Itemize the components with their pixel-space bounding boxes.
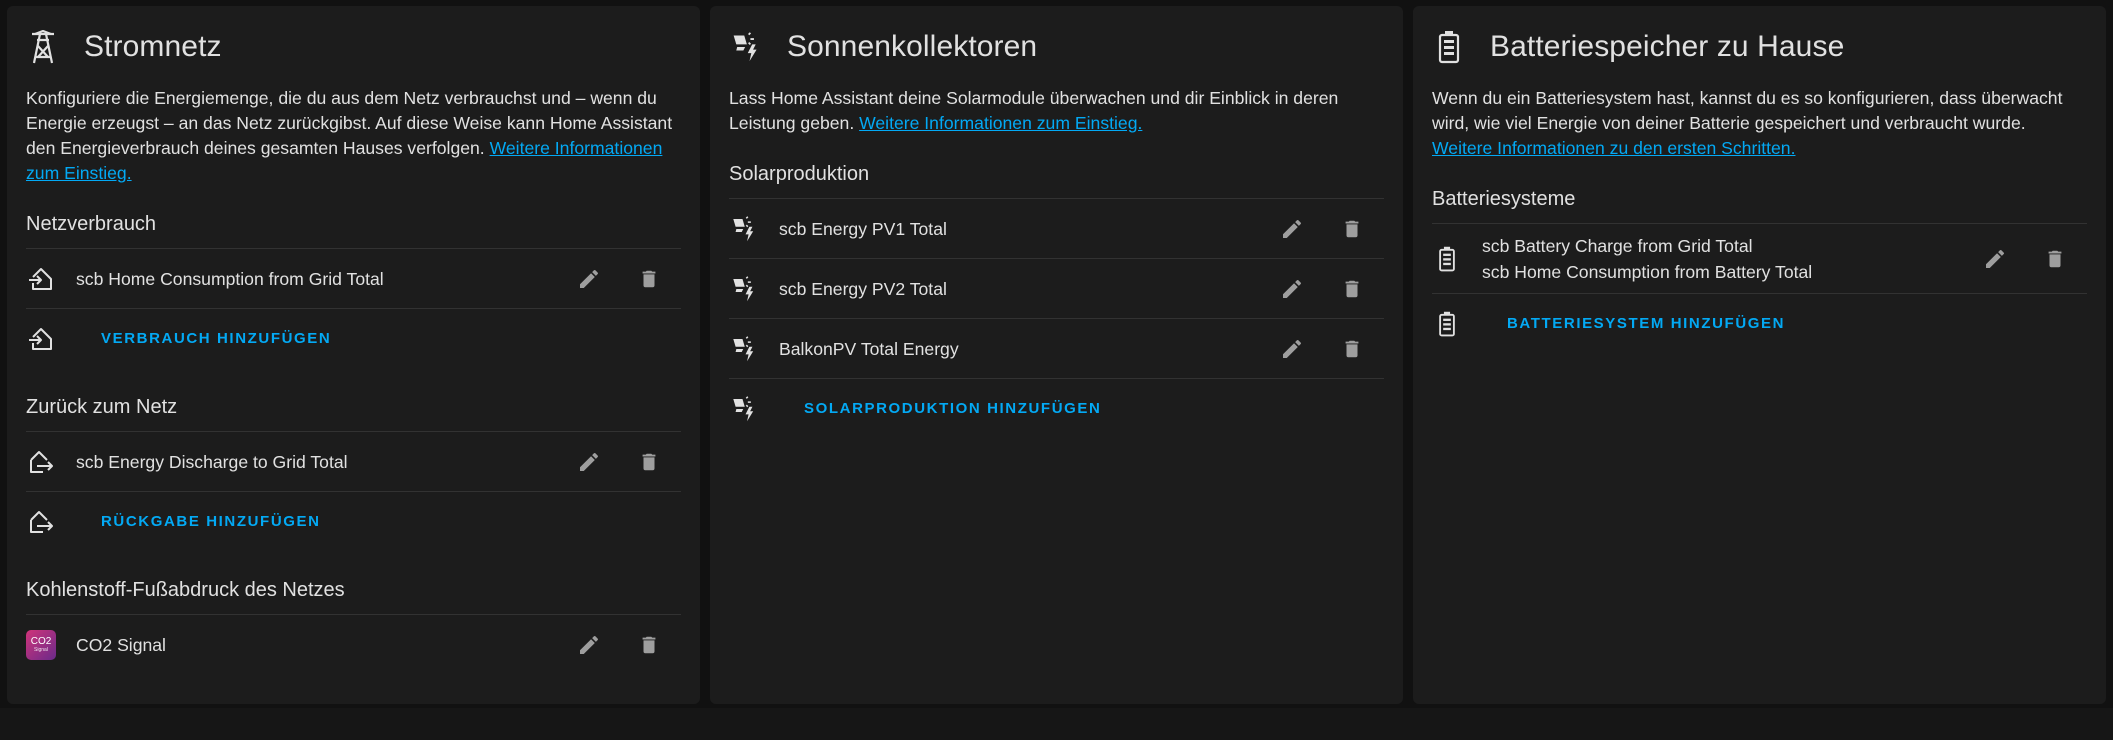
battery-icon bbox=[1434, 26, 1464, 68]
list-item: CO2 Signal CO2 Signal bbox=[26, 615, 681, 675]
add-return-row: RÜCKGABE HINZUFÜGEN bbox=[26, 492, 681, 552]
battery-description: Wenn du ein Batteriesystem hast, kannst … bbox=[1432, 86, 2087, 161]
battery-learn-more-link[interactable]: Weitere Informationen zu den ersten Schr… bbox=[1432, 138, 1795, 158]
solar-learn-more-link[interactable]: Weitere Informationen zum Einstieg. bbox=[859, 113, 1142, 133]
solar-power-icon bbox=[729, 274, 759, 304]
battery-discharge-source: scb Home Consumption from Battery Total bbox=[1482, 261, 1813, 282]
battery-icon bbox=[1432, 244, 1462, 274]
home-import-icon bbox=[26, 324, 56, 354]
battery-systems-list: scb Battery Charge from Grid Total scb H… bbox=[1432, 223, 2087, 354]
add-solar-row: SOLARPRODUKTION HINZUFÜGEN bbox=[729, 379, 1384, 439]
trash-icon[interactable] bbox=[629, 259, 669, 299]
pencil-icon[interactable] bbox=[1272, 209, 1312, 249]
return-source-label: scb Energy Discharge to Grid Total bbox=[76, 451, 348, 472]
carbon-source-label: CO2 Signal bbox=[76, 635, 166, 655]
battery-icon bbox=[1432, 309, 1462, 339]
co2-signal-logo: CO2 Signal bbox=[26, 630, 56, 660]
add-solar-button[interactable]: SOLARPRODUKTION HINZUFÜGEN bbox=[789, 391, 1116, 427]
home-export-icon bbox=[26, 447, 56, 477]
pencil-icon[interactable] bbox=[1975, 239, 2015, 279]
home-export-icon bbox=[26, 507, 56, 537]
list-item: scb Battery Charge from Grid Total scb H… bbox=[1432, 224, 2087, 294]
battery-system-label: scb Battery Charge from Grid Total scb H… bbox=[1482, 233, 1975, 285]
add-return-button[interactable]: RÜCKGABE HINZUFÜGEN bbox=[86, 504, 336, 540]
add-consumption-row: VERBRAUCH HINZUFÜGEN bbox=[26, 309, 681, 369]
grid-carbon-title: Kohlenstoff-Fußabdruck des Netzes bbox=[26, 579, 345, 601]
pencil-icon[interactable] bbox=[1272, 269, 1312, 309]
home-import-icon bbox=[26, 264, 56, 294]
list-item: scb Home Consumption from Grid Total bbox=[26, 249, 681, 309]
grid-consumption-list: scb Home Consumption from Grid Total VER… bbox=[26, 248, 681, 369]
list-item: scb Energy Discharge to Grid Total bbox=[26, 432, 681, 492]
solar-card-header: Sonnenkollektoren bbox=[729, 26, 1384, 68]
add-battery-button[interactable]: BATTERIESYSTEM HINZUFÜGEN bbox=[1492, 306, 1800, 342]
solar-card-title: Sonnenkollektoren bbox=[787, 30, 1038, 63]
solar-description: Lass Home Assistant deine Solarmodule üb… bbox=[729, 86, 1384, 136]
solar-power-icon bbox=[731, 26, 761, 68]
solar-production-title: Solarproduktion bbox=[729, 163, 870, 185]
co2-badge-sub: Signal bbox=[34, 647, 48, 653]
page-bottom-area bbox=[0, 708, 2113, 740]
pencil-icon[interactable] bbox=[569, 625, 609, 665]
solar-card: Sonnenkollektoren Lass Home Assistant de… bbox=[710, 6, 1403, 704]
consumption-source-label: scb Home Consumption from Grid Total bbox=[76, 268, 384, 289]
energy-config-cards: Stromnetz Konfiguriere die Energiemenge,… bbox=[7, 6, 2106, 704]
solar-source-label: scb Energy PV1 Total bbox=[779, 218, 947, 239]
grid-card-title: Stromnetz bbox=[84, 30, 222, 63]
battery-card-header: Batteriespeicher zu Hause bbox=[1432, 26, 2087, 68]
trash-icon[interactable] bbox=[1332, 269, 1372, 309]
co2-badge-text: CO2 bbox=[30, 636, 52, 647]
solar-source-label: scb Energy PV2 Total bbox=[779, 278, 947, 299]
transmission-tower-icon bbox=[28, 26, 58, 68]
list-item: BalkonPV Total Energy bbox=[729, 319, 1384, 379]
pencil-icon[interactable] bbox=[1272, 329, 1312, 369]
add-battery-row: BATTERIESYSTEM HINZUFÜGEN bbox=[1432, 294, 2087, 354]
add-consumption-button[interactable]: VERBRAUCH HINZUFÜGEN bbox=[86, 321, 346, 357]
grid-description: Konfiguriere die Energiemenge, die du au… bbox=[26, 86, 681, 186]
solar-source-label: BalkonPV Total Energy bbox=[779, 338, 959, 359]
trash-icon[interactable] bbox=[1332, 329, 1372, 369]
grid-card: Stromnetz Konfiguriere die Energiemenge,… bbox=[7, 6, 700, 704]
grid-card-header: Stromnetz bbox=[26, 26, 681, 68]
trash-icon[interactable] bbox=[629, 442, 669, 482]
trash-icon[interactable] bbox=[1332, 209, 1372, 249]
solar-production-list: scb Energy PV1 Total scb Energy PV2 Tota… bbox=[729, 198, 1384, 439]
solar-power-icon bbox=[729, 394, 759, 424]
grid-consumption-title: Netzverbrauch bbox=[26, 213, 157, 235]
battery-charge-source: scb Battery Charge from Grid Total bbox=[1482, 235, 1753, 256]
list-item: scb Energy PV2 Total bbox=[729, 259, 1384, 319]
solar-power-icon bbox=[729, 214, 759, 244]
co2-badge: CO2 Signal bbox=[26, 630, 56, 660]
battery-systems-title: Batteriesysteme bbox=[1432, 188, 1576, 210]
grid-return-list: scb Energy Discharge to Grid Total RÜCKG… bbox=[26, 431, 681, 552]
trash-icon[interactable] bbox=[629, 625, 669, 665]
list-item: scb Energy PV1 Total bbox=[729, 199, 1384, 259]
battery-card: Batteriespeicher zu Hause Wenn du ein Ba… bbox=[1413, 6, 2106, 704]
battery-description-text: Wenn du ein Batteriesystem hast, kannst … bbox=[1432, 88, 2063, 133]
trash-icon[interactable] bbox=[2035, 239, 2075, 279]
grid-carbon-list: CO2 Signal CO2 Signal bbox=[26, 614, 681, 675]
battery-card-title: Batteriespeicher zu Hause bbox=[1490, 30, 1845, 63]
grid-return-title: Zurück zum Netz bbox=[26, 396, 178, 418]
pencil-icon[interactable] bbox=[569, 259, 609, 299]
solar-power-icon bbox=[729, 334, 759, 364]
pencil-icon[interactable] bbox=[569, 442, 609, 482]
